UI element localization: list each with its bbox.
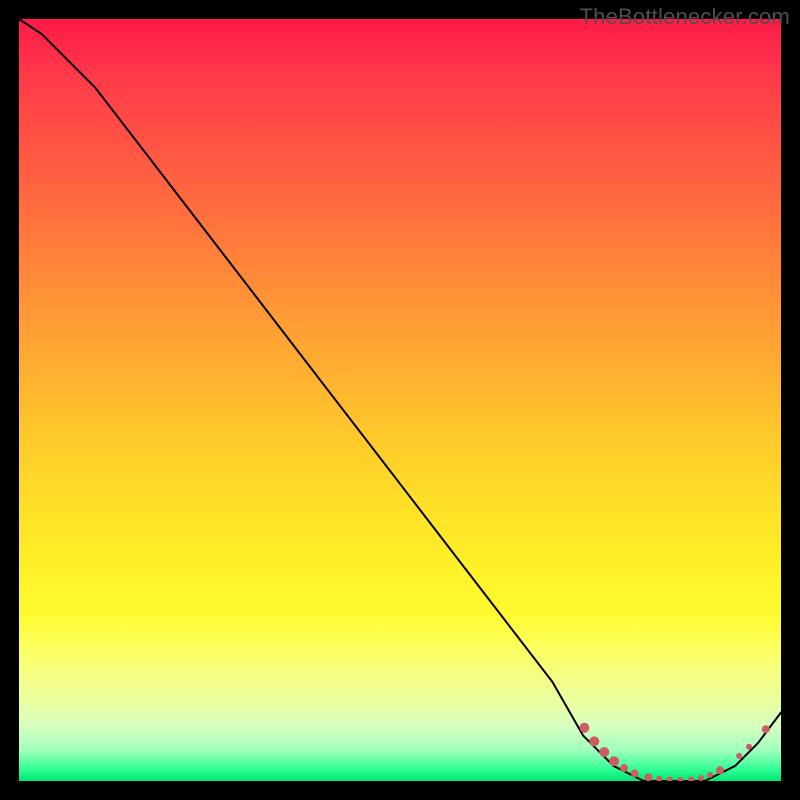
marker-dot — [688, 777, 694, 782]
curve-layer — [19, 19, 781, 781]
plot-area — [19, 19, 781, 781]
marker-dot — [589, 736, 599, 746]
bottleneck-curve — [19, 19, 781, 781]
watermark-text: TheBottlenecker.com — [580, 4, 790, 30]
marker-dot — [631, 769, 639, 777]
marker-dot — [620, 764, 628, 772]
marker-dot — [716, 766, 724, 774]
marker-dot — [644, 773, 652, 781]
marker-dot — [579, 723, 589, 733]
marker-dot — [746, 744, 752, 750]
marker-dot — [707, 772, 713, 778]
chart-frame: TheBottlenecker.com — [0, 0, 800, 800]
marker-dot — [599, 747, 609, 757]
marker-dot-group — [579, 723, 769, 781]
marker-dot — [667, 777, 673, 782]
marker-dot — [736, 753, 742, 759]
marker-dot — [656, 776, 662, 781]
marker-dot — [609, 756, 619, 766]
marker-dot — [698, 775, 704, 781]
marker-dot — [762, 725, 770, 733]
marker-dot — [677, 777, 683, 781]
